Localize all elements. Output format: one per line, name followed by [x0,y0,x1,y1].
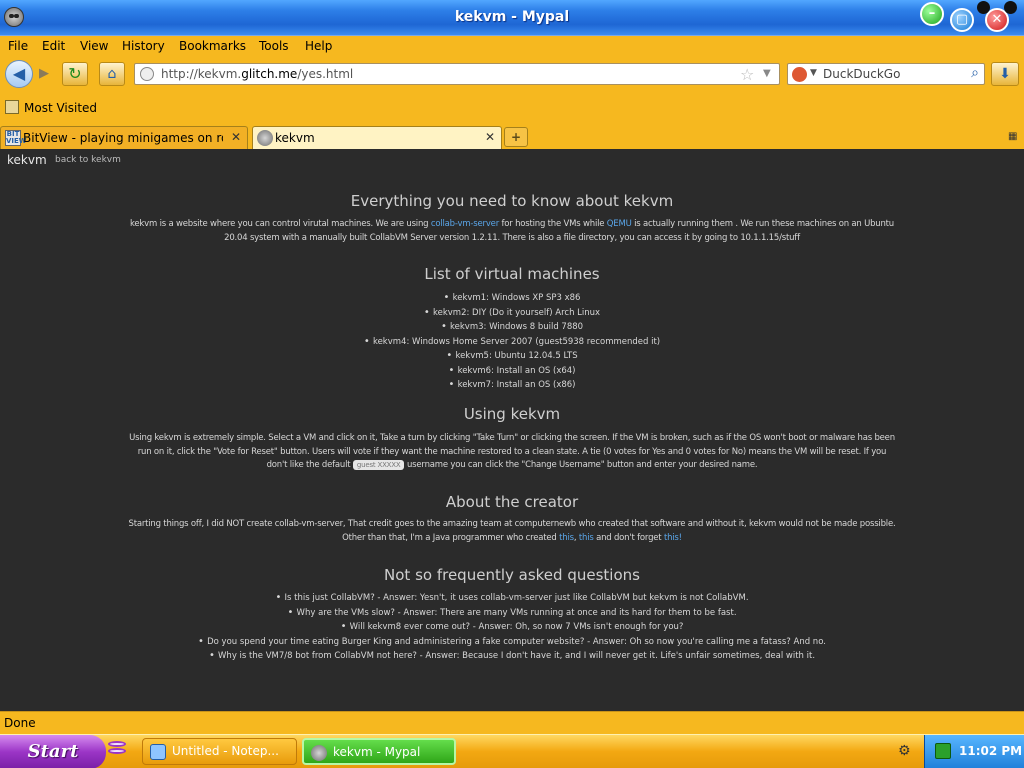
taskbar: Start Untitled - Notep... kekvm - Mypal … [0,734,1024,768]
menu-bookmarks[interactable]: Bookmarks [179,39,246,53]
duckduckgo-engine-icon[interactable] [792,67,807,82]
project-link-2[interactable]: this [579,533,594,543]
qemu-link[interactable]: QEMU [607,219,632,229]
task-label: Untitled - Notep... [172,744,279,758]
tab-label: BitView - playing minigames on ro... [23,131,223,145]
list-item: kekvm3: Windows 8 build 7880 [0,320,1024,335]
bookmark-star-icon[interactable]: ☆ [740,65,754,84]
new-tab-button[interactable]: + [504,127,528,147]
menu-file[interactable]: File [8,39,28,53]
forward-button[interactable]: ▶ [34,65,54,85]
list-item: kekvm7: Install an OS (x86) [0,378,1024,393]
most-visited-bookmark[interactable]: Most Visited [24,101,97,115]
menu-bar: File Edit View History Bookmarks Tools H… [0,36,1024,56]
url-text[interactable]: http://kekvm.glitch.me/yes.html [161,67,353,81]
reload-button[interactable]: ↻ [62,62,88,86]
taskbar-mypal-button[interactable]: kekvm - Mypal [302,738,456,765]
list-item: Is this just CollabVM? - Answer: Yesn't,… [0,591,1024,606]
list-all-tabs-icon[interactable]: ▦ [1008,131,1017,142]
tab-strip: BIT VIEW BitView - playing minigames on … [0,124,1024,149]
reload-icon: ↻ [68,64,82,83]
home-icon: ⌂ [107,66,117,82]
back-to-kekvm-link[interactable]: back to kekvm [55,155,121,165]
left-arrow-icon: ◀ [12,64,26,83]
close-ear-right-icon [1004,1,1017,14]
menu-view[interactable]: View [80,39,108,53]
downloads-button[interactable]: ⬇ [991,62,1019,86]
status-bar: Done [0,711,1024,733]
vm-list: kekvm1: Windows XP SP3 x86 kekvm2: DIY (… [0,291,1024,393]
search-icon[interactable]: ⌕ [971,65,979,81]
globe-icon [140,67,154,81]
home-button[interactable]: ⌂ [99,62,125,86]
tab-label: kekvm [275,131,315,145]
kekvm-favicon [257,130,273,146]
list-item: kekvm6: Install an OS (x64) [0,364,1024,379]
engine-dropdown-icon[interactable]: ▼ [810,68,817,78]
bitview-favicon: BIT VIEW [5,130,27,146]
vm-list-heading: List of virtual machines [424,265,600,283]
right-arrow-icon: ▶ [39,66,49,81]
menu-edit[interactable]: Edit [42,39,65,53]
site-nav: kekvm back to kekvm [7,153,121,167]
tab-kekvm[interactable]: kekvm ✕ [252,126,502,149]
collab-vm-server-link[interactable]: collab-vm-server [431,219,499,229]
search-box[interactable]: ▼ DuckDuckGo ⌕ [787,63,985,85]
url-history-dropdown-icon[interactable]: ▼ [763,68,771,79]
using-heading: Using kekvm [463,405,561,423]
using-paragraph: Using kekvm is extremely simple. Select … [129,433,895,470]
list-item: kekvm2: DIY (Do it yourself) Arch Linux [0,306,1024,321]
list-item: kekvm4: Windows Home Server 2007 (guest5… [0,335,1024,350]
bookmarks-toolbar: Most Visited [0,97,1024,119]
guest-username-chip: guest XXXXX [352,460,405,470]
close-button[interactable]: ✕ [977,1,1017,32]
maximize-button[interactable]: ▢ [950,8,974,32]
network-icon[interactable] [935,743,951,759]
mypal-icon [311,745,327,761]
address-bar[interactable]: http://kekvm.glitch.me/yes.html ☆ ▼ [134,63,780,85]
start-button[interactable]: Start [0,735,106,768]
list-item: Why are the VMs slow? - Answer: There ar… [0,606,1024,621]
most-visited-icon [5,100,19,114]
clock[interactable]: 11:02 PM [959,744,1022,758]
menu-tools[interactable]: Tools [259,39,289,53]
plus-icon: + [510,130,522,144]
menu-help[interactable]: Help [305,39,332,53]
list-item: kekvm1: Windows XP SP3 x86 [0,291,1024,306]
minimize-button[interactable]: – [920,2,944,26]
status-text: Done [4,716,36,730]
quick-launch-icon[interactable] [108,741,130,763]
faq-heading: Not so frequently asked questions [384,566,640,584]
task-label: kekvm - Mypal [333,745,421,759]
faq-list: Is this just CollabVM? - Answer: Yesn't,… [0,591,1024,664]
page-content: kekvm back to kekvm Everything you need … [0,149,1024,711]
site-brand-link[interactable]: kekvm [7,153,47,167]
title-bar: kekvm - Mypal – ▢ ✕ [0,0,1024,36]
tab-bitview[interactable]: BIT VIEW BitView - playing minigames on … [0,126,248,149]
project-link-3[interactable]: this! [664,533,682,543]
system-tray: 11:02 PM [924,735,1024,768]
list-item: kekvm5: Ubuntu 12.04.5 LTS [0,349,1024,364]
creator-heading: About the creator [445,493,579,511]
about-paragraph: kekvm is a website where you can control… [129,219,894,243]
project-link-1[interactable]: this [559,533,574,543]
menu-history[interactable]: History [122,39,165,53]
search-input[interactable]: DuckDuckGo [823,67,900,81]
tab-close-icon[interactable]: ✕ [485,130,495,144]
back-button[interactable]: ◀ [5,60,33,88]
creator-paragraph: Starting things off, I did NOT create co… [128,519,896,543]
list-item: Do you spend your time eating Burger Kin… [0,635,1024,650]
about-heading: Everything you need to know about kekvm [350,192,674,210]
taskbar-notepad-button[interactable]: Untitled - Notep... [142,738,297,765]
list-item: Why is the VM7/8 bot from CollabVM not h… [0,649,1024,664]
window-title: kekvm - Mypal [454,9,570,25]
list-item: Will kekvm8 ever come out? - Answer: Oh,… [0,620,1024,635]
tray-settings-icon[interactable]: ⚙ [898,743,911,759]
tab-close-icon[interactable]: ✕ [231,130,241,144]
navigation-toolbar: ◀ ▶ ↻ ⌂ http://kekvm.glitch.me/yes.html … [0,57,1024,93]
notepad-icon [150,744,166,760]
download-arrow-icon: ⬇ [999,66,1011,82]
close-ear-left-icon [977,1,990,14]
close-icon: ✕ [991,12,1003,27]
